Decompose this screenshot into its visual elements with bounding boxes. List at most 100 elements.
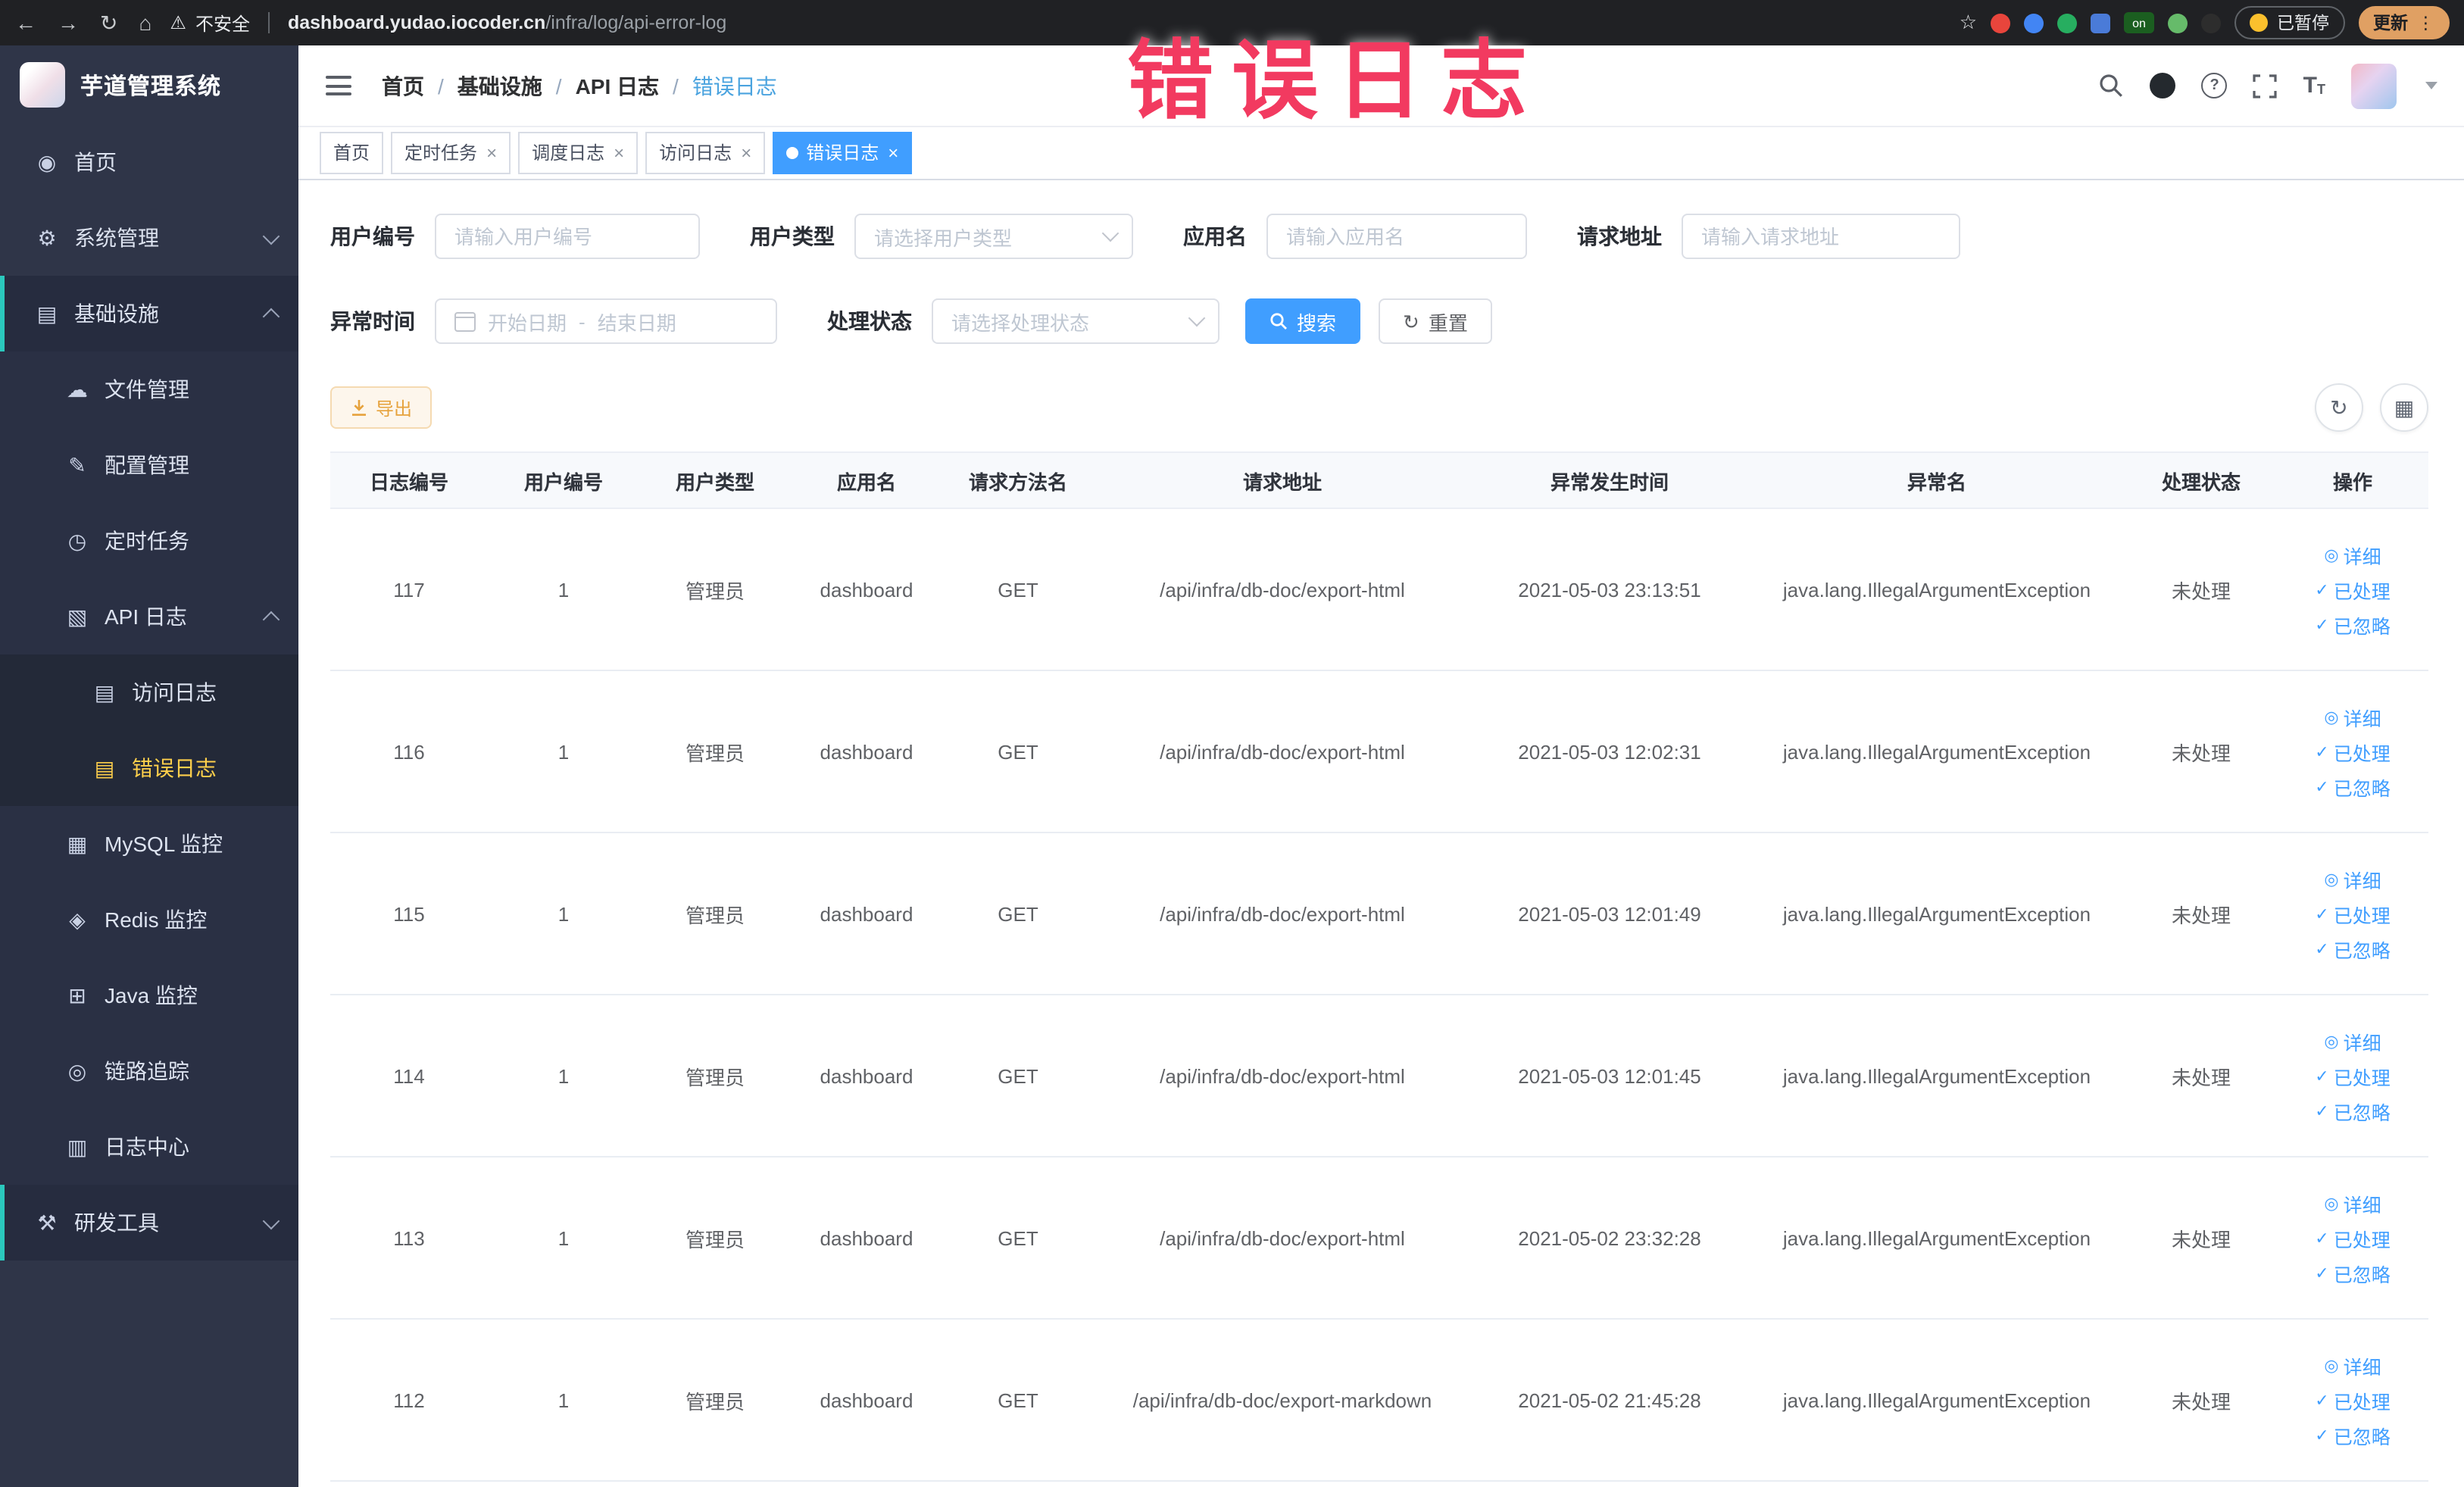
col-app-name: 应用名 bbox=[791, 451, 942, 509]
date-range-picker[interactable]: 开始日期 - 结束日期 bbox=[435, 298, 777, 344]
sidebar-item-scheduled-jobs[interactable]: ◷ 定时任务 bbox=[0, 503, 298, 579]
processed-link[interactable]: ✓ 已处理 bbox=[2315, 899, 2390, 928]
detail-link[interactable]: ◎ 详细 bbox=[2324, 1351, 2381, 1379]
tab-access-log[interactable]: 访问日志 × bbox=[645, 131, 766, 173]
sidebar-item-error-log[interactable]: ▤ 错误日志 bbox=[0, 730, 298, 806]
ignored-link[interactable]: ✓ 已忽略 bbox=[2315, 772, 2390, 801]
processed-link[interactable]: ✓ 已处理 bbox=[2315, 1223, 2390, 1252]
extension-icon-leaf[interactable] bbox=[2168, 13, 2188, 33]
fullscreen-icon[interactable] bbox=[2253, 73, 2278, 98]
detail-link[interactable]: ◎ 详细 bbox=[2324, 1189, 2381, 1217]
sidebar-item-java-monitor[interactable]: ⊞ Java 监控 bbox=[0, 957, 298, 1033]
detail-link[interactable]: ◎ 详细 bbox=[2324, 702, 2381, 731]
sidebar-item-config-management[interactable]: ✎ 配置管理 bbox=[0, 427, 298, 503]
ignored-link[interactable]: ✓ 已忽略 bbox=[2315, 1096, 2390, 1125]
ignored-link[interactable]: ✓ 已忽略 bbox=[2315, 934, 2390, 963]
sidebar-item-devtools[interactable]: ⚒ 研发工具 bbox=[0, 1185, 298, 1261]
cell-user-type: 管理员 bbox=[639, 670, 791, 833]
hamburger-icon[interactable] bbox=[326, 76, 351, 95]
sidebar-item-label: 访问日志 bbox=[132, 680, 217, 704]
cell-user-type: 管理员 bbox=[639, 508, 791, 671]
cell-status: 未处理 bbox=[2125, 1157, 2277, 1320]
ignored-link[interactable]: ✓ 已忽略 bbox=[2315, 1420, 2390, 1449]
breadcrumb-api-log[interactable]: API 日志 bbox=[576, 70, 659, 101]
warning-icon: ⚠ bbox=[170, 12, 186, 33]
refresh-icon: ↻ bbox=[2330, 395, 2348, 419]
extension-on-badge[interactable]: on bbox=[2124, 12, 2154, 33]
close-icon[interactable]: × bbox=[888, 142, 898, 163]
address-bar[interactable]: dashboard.yudao.iocoder.cn/infra/log/api… bbox=[288, 12, 726, 33]
forward-icon[interactable]: → bbox=[58, 11, 79, 35]
database-icon: ▦ bbox=[67, 831, 88, 855]
detail-link[interactable]: ◎ 详细 bbox=[2324, 864, 2381, 893]
tab-error-log[interactable]: 错误日志 × bbox=[773, 131, 913, 173]
ignored-link[interactable]: ✓ 已忽略 bbox=[2315, 1258, 2390, 1287]
avatar-dropdown-caret-icon[interactable] bbox=[2425, 82, 2437, 89]
back-icon[interactable]: ← bbox=[15, 11, 36, 35]
processed-link[interactable]: ✓ 已处理 bbox=[2315, 575, 2390, 604]
help-icon[interactable]: ? bbox=[2201, 73, 2228, 98]
breadcrumb-home[interactable]: 首页 bbox=[382, 70, 424, 101]
refresh-button[interactable]: ↻ bbox=[2315, 383, 2363, 432]
processed-link[interactable]: ✓ 已处理 bbox=[2315, 1061, 2390, 1090]
cell-request-url: /api/infra/db-doc/export-html bbox=[1094, 995, 1471, 1157]
app-name-input[interactable] bbox=[1266, 214, 1527, 259]
col-user-type: 用户类型 bbox=[639, 451, 791, 509]
sidebar-item-tracing[interactable]: ◎ 链路追踪 bbox=[0, 1033, 298, 1109]
security-indicator[interactable]: ⚠ 不安全 bbox=[170, 10, 250, 36]
sidebar-item-log-center[interactable]: ▥ 日志中心 bbox=[0, 1109, 298, 1185]
export-button[interactable]: 导出 bbox=[330, 386, 433, 429]
columns-button[interactable]: ▦ bbox=[2380, 383, 2428, 432]
sidebar-item-file-management[interactable]: ☁ 文件管理 bbox=[0, 351, 298, 427]
tab-schedule-log[interactable]: 调度日志 × bbox=[518, 131, 639, 173]
extension-icon-red[interactable] bbox=[1991, 13, 2010, 33]
sidebar-item-infrastructure[interactable]: ▤ 基础设施 bbox=[0, 276, 298, 351]
tools-icon: ⚒ bbox=[37, 1210, 57, 1234]
sidebar-item-access-log[interactable]: ▤ 访问日志 bbox=[0, 654, 298, 730]
sidebar-item-mysql-monitor[interactable]: ▦ MySQL 监控 bbox=[0, 806, 298, 882]
user-type-select[interactable]: 请选择用户类型 bbox=[854, 214, 1133, 259]
sidebar-item-system[interactable]: ⚙ 系统管理 bbox=[0, 200, 298, 276]
breadcrumb-infrastructure[interactable]: 基础设施 bbox=[458, 70, 542, 101]
sidebar-item-redis-monitor[interactable]: ◈ Redis 监控 bbox=[0, 882, 298, 957]
update-button[interactable]: 更新 ⋮ bbox=[2358, 6, 2450, 39]
process-status-select[interactable]: 请选择处理状态 bbox=[932, 298, 1220, 344]
extension-icon-blue[interactable] bbox=[2024, 13, 2044, 33]
detail-link[interactable]: ◎ 详细 bbox=[2324, 1026, 2381, 1055]
user-id-input[interactable] bbox=[435, 214, 700, 259]
font-size-icon[interactable]: TT bbox=[2303, 74, 2325, 97]
home-icon[interactable]: ⌂ bbox=[139, 11, 151, 35]
request-url-input[interactable] bbox=[1682, 214, 1960, 259]
avatar[interactable] bbox=[2351, 63, 2397, 108]
sidebar-item-label: 定时任务 bbox=[105, 529, 189, 553]
cell-method: GET bbox=[942, 833, 1094, 995]
sidebar-item-label: API 日志 bbox=[105, 604, 187, 629]
search-button[interactable]: 搜索 bbox=[1245, 298, 1361, 344]
ignored-link[interactable]: ✓ 已忽略 bbox=[2315, 610, 2390, 639]
processed-link[interactable]: ✓ 已处理 bbox=[2315, 1385, 2390, 1414]
sidebar-item-api-log[interactable]: ▧ API 日志 bbox=[0, 579, 298, 654]
tab-home[interactable]: 首页 bbox=[320, 131, 384, 173]
processed-link[interactable]: ✓ 已处理 bbox=[2315, 737, 2390, 766]
detail-link[interactable]: ◎ 详细 bbox=[2324, 540, 2381, 569]
table-row: 115 1 管理员 dashboard GET /api/infra/db-do… bbox=[330, 833, 2428, 995]
github-icon[interactable] bbox=[2150, 73, 2176, 98]
tab-scheduled-jobs[interactable]: 定时任务 × bbox=[391, 131, 511, 173]
bookmark-star-icon[interactable]: ☆ bbox=[1960, 11, 1977, 35]
reset-button[interactable]: ↻ 重置 bbox=[1379, 298, 1492, 344]
extension-icon-green[interactable] bbox=[2057, 13, 2077, 33]
sidebar-item-home[interactable]: ◉ 首页 bbox=[0, 124, 298, 200]
extension-icon-dark[interactable] bbox=[2201, 13, 2221, 33]
security-label: 不安全 bbox=[195, 13, 250, 34]
error-log-table: 日志编号 用户编号 用户类型 应用名 请求方法名 请求地址 异常发生时间 异常名… bbox=[330, 451, 2428, 1482]
cell-exception-time: 2021-05-02 23:32:28 bbox=[1471, 1157, 1748, 1320]
paused-badge[interactable]: 已暂停 bbox=[2234, 6, 2344, 39]
kebab-menu-icon[interactable]: ⋮ bbox=[2417, 12, 2434, 33]
app-name-label: 应用名 bbox=[1183, 224, 1247, 248]
extension-icon-grid[interactable] bbox=[2091, 13, 2110, 33]
close-icon[interactable]: × bbox=[614, 142, 624, 163]
search-icon[interactable] bbox=[2099, 73, 2125, 98]
reload-icon[interactable]: ↻ bbox=[100, 10, 117, 36]
close-icon[interactable]: × bbox=[486, 142, 497, 163]
close-icon[interactable]: × bbox=[741, 142, 751, 163]
